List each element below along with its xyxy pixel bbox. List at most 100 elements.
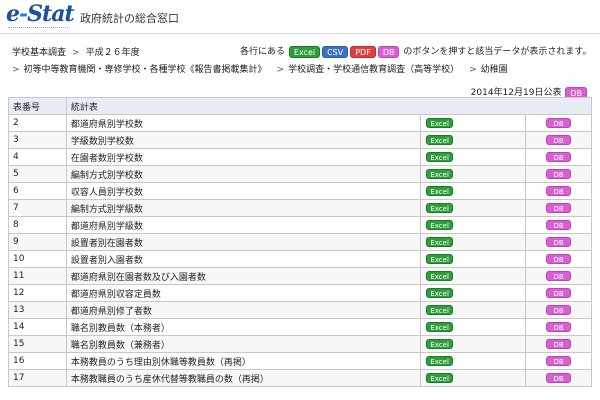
breadcrumb-survey[interactable]: 学校基本調査: [12, 48, 66, 58]
estat-logo[interactable]: e-Stat: [4, 1, 75, 31]
table-title-link[interactable]: 収容人員別学校数: [65, 182, 422, 200]
excel-button[interactable]: Excel: [426, 287, 453, 298]
table-title-link[interactable]: 編制方式別学校数: [65, 165, 422, 183]
excel-cell: Excel: [420, 165, 527, 183]
db-cell: DB: [525, 131, 592, 149]
db-cell: DB: [525, 182, 592, 200]
excel-button[interactable]: Excel: [426, 338, 453, 349]
table-number: 9: [8, 233, 67, 251]
excel-cell: Excel: [420, 284, 527, 302]
db-cell: DB: [525, 114, 592, 132]
db-button[interactable]: DB: [546, 287, 571, 298]
db-button[interactable]: DB: [546, 185, 571, 196]
db-cell: DB: [525, 284, 592, 302]
table-number: 2: [8, 114, 67, 132]
table-row: 3 学級数別学校数 Excel DB: [8, 131, 592, 149]
breadcrumb-year[interactable]: 平成２６年度: [86, 48, 140, 58]
excel-cell: Excel: [420, 199, 527, 217]
db-cell: DB: [525, 165, 592, 183]
table-row: 11 都道府県別在園者数及び入園者数 Excel DB: [8, 267, 592, 285]
db-button[interactable]: DB: [546, 202, 571, 213]
table-title-link[interactable]: 本務教職員のうち産休代替等教職員の数（再掲）: [65, 369, 422, 387]
table-title-link[interactable]: 職名別教員数（本務者）: [65, 318, 422, 336]
breadcrumb-level3[interactable]: 学校調査・学校通信教育調査（高等学校）: [288, 65, 459, 75]
excel-button[interactable]: Excel: [426, 355, 453, 366]
breadcrumb-separator-icon: >: [469, 65, 477, 75]
excel-button[interactable]: Excel: [426, 168, 453, 179]
column-header-title: 統計表: [65, 97, 593, 115]
breadcrumb-level2[interactable]: 初等中等教育機関・専修学校・各種学校《報告書掲載集計》: [24, 65, 267, 75]
table-header-row: 表番号 統計表: [8, 97, 593, 115]
excel-button[interactable]: Excel: [426, 253, 453, 264]
db-button[interactable]: DB: [546, 219, 571, 230]
table-number: 6: [8, 182, 67, 200]
table-title-link[interactable]: 都道府県別学級数: [65, 216, 422, 234]
db-button[interactable]: DB: [546, 304, 571, 315]
excel-cell: Excel: [420, 369, 527, 387]
table-number: 16: [8, 352, 67, 370]
button-hint: 各行にある Excel CSV PDF DB のボタンを押すと該当データが表示されます…: [240, 44, 591, 58]
table-title-link[interactable]: 設置者別入園者数: [65, 250, 422, 268]
table-title-link[interactable]: 本務教員のうち理由別休職等教員数（再掲）: [65, 352, 422, 370]
table-row: 8 都道府県別学級数 Excel DB: [8, 216, 592, 234]
table-number: 5: [8, 165, 67, 183]
db-cell: DB: [525, 199, 592, 217]
excel-button[interactable]: Excel: [426, 304, 453, 315]
excel-button[interactable]: Excel: [426, 321, 453, 332]
excel-button[interactable]: Excel: [426, 151, 453, 162]
db-button[interactable]: DB: [546, 151, 571, 162]
db-button[interactable]: DB: [546, 168, 571, 179]
excel-button[interactable]: Excel: [426, 202, 453, 213]
excel-button[interactable]: Excel: [426, 117, 453, 128]
db-button[interactable]: DB: [546, 372, 571, 383]
db-button[interactable]: DB: [546, 355, 571, 366]
db-cell: DB: [525, 369, 592, 387]
excel-button[interactable]: Excel: [426, 134, 453, 145]
excel-cell: Excel: [420, 335, 527, 353]
db-button[interactable]: DB: [546, 236, 571, 247]
table-title-link[interactable]: 編制方式別学級数: [65, 199, 422, 217]
db-button[interactable]: DB: [546, 270, 571, 281]
table-row: 12 都道府県別収容定員数 Excel DB: [8, 284, 592, 302]
excel-cell: Excel: [420, 131, 527, 149]
excel-cell: Excel: [420, 233, 527, 251]
table-title-link[interactable]: 在園者数別学校数: [65, 148, 422, 166]
table-number: 10: [8, 250, 67, 268]
db-button[interactable]: DB: [546, 117, 571, 128]
table-number: 13: [8, 301, 67, 319]
table-row: 6 収容人員別学校数 Excel DB: [8, 182, 592, 200]
table-title-link[interactable]: 学級数別学校数: [65, 131, 422, 149]
excel-button[interactable]: Excel: [426, 236, 453, 247]
db-button[interactable]: DB: [546, 253, 571, 264]
breadcrumb-separator-icon: >: [276, 65, 285, 75]
table-title-link[interactable]: 都道府県別修了者数: [65, 301, 422, 319]
table-title-link[interactable]: 都道府県別学校数: [65, 114, 422, 132]
site-title: 政府統計の総合窓口: [80, 12, 179, 25]
table-title-link[interactable]: 都道府県別収容定員数: [65, 284, 422, 302]
db-button[interactable]: DB: [546, 338, 571, 349]
excel-button[interactable]: Excel: [426, 372, 453, 383]
hint-excel-badge: Excel: [288, 45, 321, 58]
table-title-link[interactable]: 設置者別在園者数: [65, 233, 422, 251]
excel-cell: Excel: [420, 267, 527, 285]
db-cell: DB: [525, 301, 592, 319]
breadcrumb-level4: 幼稚園: [480, 65, 508, 75]
table-title-link[interactable]: 職名別教員数（兼務者）: [65, 335, 422, 353]
stats-table: 表番号 統計表 2 都道府県別学校数 Excel DB 3 学級数別学校数 Excel DB 4…: [8, 97, 593, 387]
table-number: 17: [8, 369, 67, 387]
db-cell: DB: [525, 267, 592, 285]
excel-button[interactable]: Excel: [426, 219, 453, 230]
table-title-link[interactable]: 都道府県別在園者数及び入園者数: [65, 267, 422, 285]
table-number: 4: [8, 148, 67, 166]
excel-button[interactable]: Excel: [426, 270, 453, 281]
db-cell: DB: [525, 318, 592, 336]
table-row: 17 本務教職員のうち産休代替等教職員の数（再掲） Excel DB: [8, 369, 592, 387]
hint-pdf-badge: PDF: [350, 45, 376, 58]
db-button[interactable]: DB: [546, 321, 571, 332]
db-button[interactable]: DB: [546, 134, 571, 145]
excel-button[interactable]: Excel: [426, 185, 453, 196]
column-header-number: 表番号: [8, 97, 67, 115]
table-row: 16 本務教員のうち理由別休職等教員数（再掲） Excel DB: [8, 352, 592, 370]
excel-cell: Excel: [420, 216, 527, 234]
excel-cell: Excel: [420, 250, 527, 268]
